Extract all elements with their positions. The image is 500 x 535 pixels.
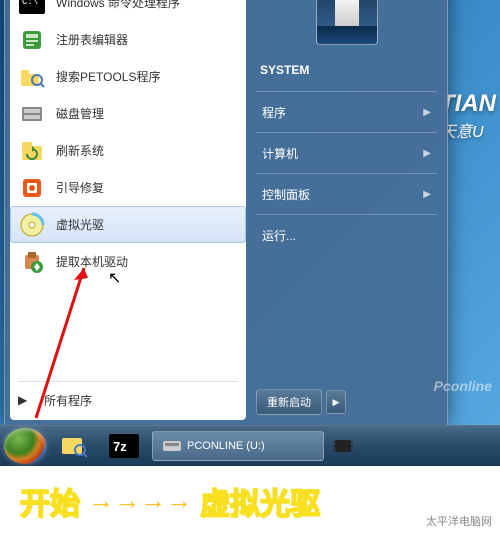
- start-menu-right-pane: SYSTEM 程序 ▶ 计算机 ▶ 控制面板 ▶ 运行... 重新: [246, 0, 447, 425]
- taskbar: 7z PCONLINE (U:): [0, 425, 500, 466]
- taskbar-chip-icon[interactable]: [330, 433, 356, 459]
- menu-item-label: 刷新系统: [56, 142, 104, 159]
- watermark: Pconline: [434, 378, 492, 394]
- side-item-control-panel[interactable]: 控制面板 ▶: [256, 178, 437, 210]
- all-programs-label: 所有程序: [44, 392, 92, 409]
- separator: [256, 214, 437, 215]
- start-menu: C:\ Windows 命令处理程序 注册表编辑器 搜索PETOOLS程序 磁盘…: [4, 0, 448, 426]
- start-button[interactable]: [4, 428, 46, 464]
- menu-item-disk-mgmt[interactable]: 磁盘管理: [10, 95, 246, 132]
- taskbar-pin-search[interactable]: [52, 431, 96, 461]
- menu-item-extract-driver[interactable]: 提取本机驱动: [10, 243, 246, 280]
- svg-text:7z: 7z: [113, 439, 127, 454]
- regedit-icon: [18, 26, 46, 54]
- watermark-small: 太平洋电脑网: [426, 513, 492, 529]
- side-item-programs[interactable]: 程序 ▶: [256, 96, 437, 128]
- chevron-right-icon: ▶: [18, 393, 34, 407]
- all-programs[interactable]: ▶ 所有程序: [10, 384, 246, 416]
- menu-item-boot-repair[interactable]: 引导修复: [10, 169, 246, 206]
- separator: [256, 132, 437, 133]
- boot-repair-icon: [18, 174, 46, 202]
- side-item-computer[interactable]: 计算机 ▶: [256, 137, 437, 169]
- cmd-icon: C:\: [18, 0, 46, 17]
- menu-item-label: 虚拟光驱: [56, 216, 104, 233]
- annotation-text-1: 开始: [20, 479, 80, 523]
- menu-item-label: 提取本机驱动: [56, 253, 128, 270]
- user-picture[interactable]: [316, 0, 378, 45]
- menu-item-label: 搜索PETOOLS程序: [56, 68, 160, 85]
- menu-item-regedit[interactable]: 注册表编辑器: [10, 21, 246, 58]
- chevron-right-icon: ▶: [423, 107, 431, 118]
- restart-button[interactable]: 重新启动: [256, 389, 322, 415]
- shutdown-options-button[interactable]: ▶: [326, 390, 346, 414]
- annotation-arrows: →→→→: [88, 485, 192, 516]
- chevron-right-icon: ▶: [423, 189, 431, 200]
- menu-item-cmd[interactable]: C:\ Windows 命令处理程序: [10, 0, 246, 21]
- annotation-text-2: 虚拟光驱: [200, 479, 320, 523]
- virtual-cd-icon: [18, 211, 46, 239]
- annotation-caption: 开始 →→→→ 虚拟光驱: [0, 466, 500, 535]
- menu-item-label: 注册表编辑器: [56, 31, 128, 48]
- start-menu-left-pane: C:\ Windows 命令处理程序 注册表编辑器 搜索PETOOLS程序 磁盘…: [10, 0, 246, 420]
- menu-item-refresh[interactable]: 刷新系统: [10, 132, 246, 169]
- side-item-label: 计算机: [262, 145, 298, 162]
- svg-text:C:\: C:\: [22, 0, 38, 7]
- menu-item-virtual-cd[interactable]: 虚拟光驱: [10, 206, 246, 243]
- side-item-label: 程序: [262, 104, 286, 121]
- task-label: PCONLINE (U:): [187, 440, 265, 452]
- pinned-programs: C:\ Windows 命令处理程序 注册表编辑器 搜索PETOOLS程序 磁盘…: [10, 0, 246, 379]
- menu-item-label: 磁盘管理: [56, 105, 104, 122]
- menu-item-label: 引导修复: [56, 179, 104, 196]
- chevron-right-icon: ▶: [423, 148, 431, 159]
- refresh-icon: [18, 137, 46, 165]
- side-item-label: 控制面板: [262, 186, 310, 203]
- taskbar-task-drive[interactable]: PCONLINE (U:): [152, 431, 324, 461]
- menu-item-search[interactable]: 搜索PETOOLS程序: [10, 58, 246, 95]
- search-icon: [18, 63, 46, 91]
- drive-icon: [163, 439, 181, 453]
- extract-driver-icon: [18, 248, 46, 276]
- separator: [256, 91, 437, 92]
- separator: [18, 381, 238, 382]
- taskbar-pin-7z[interactable]: 7z: [102, 431, 146, 461]
- disk-mgmt-icon: [18, 100, 46, 128]
- shutdown-group: 重新启动 ▶: [256, 389, 437, 415]
- user-name: SYSTEM: [256, 63, 437, 77]
- side-item-run[interactable]: 运行...: [256, 219, 437, 251]
- side-item-label: 运行...: [262, 227, 296, 244]
- separator: [256, 173, 437, 174]
- desktop-background: TIAN 天意U C:\ Windows 命令处理程序 注册表编辑器 搜索PET…: [0, 0, 500, 466]
- menu-item-label: Windows 命令处理程序: [56, 0, 180, 11]
